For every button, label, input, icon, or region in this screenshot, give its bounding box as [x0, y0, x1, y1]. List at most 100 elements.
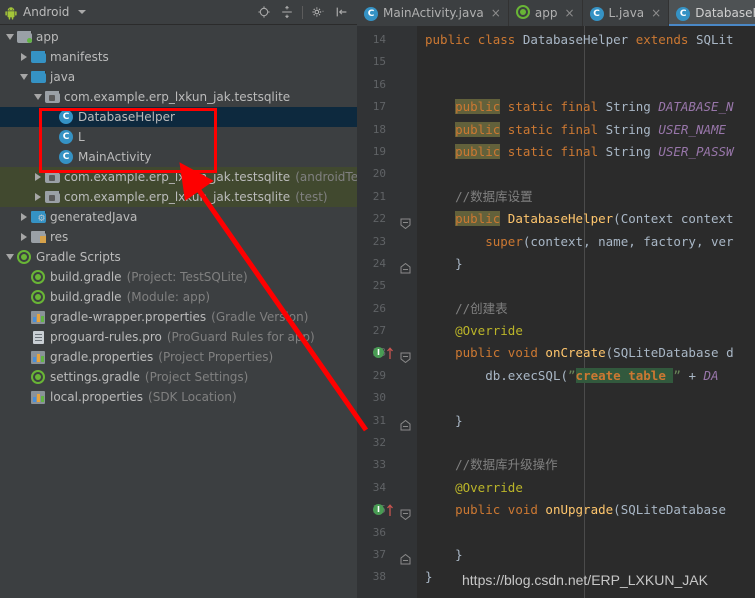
tree-row[interactable]: CL	[0, 127, 357, 147]
gutter-marker-slot[interactable]	[391, 29, 417, 51]
code-line[interactable]: @Override	[417, 320, 755, 342]
code-fold-collapse-icon[interactable]	[400, 505, 411, 521]
code-line[interactable]	[417, 432, 755, 454]
editor-tab[interactable]: C L.java ×	[583, 0, 670, 26]
override-arrow-icon[interactable]	[386, 345, 394, 360]
code-editor[interactable]: 1415161718192021222324252627282930313233…	[357, 26, 755, 598]
editor-tab[interactable]: C MainActivity.java ×	[357, 0, 509, 26]
gutter-marker-slot[interactable]	[391, 454, 417, 476]
code-content[interactable]: public class DatabaseHelper extends SQLi…	[417, 26, 755, 598]
collapse-all-icon[interactable]	[279, 5, 294, 20]
gutter-marker-slot[interactable]	[391, 566, 417, 588]
editor-tab-bar[interactable]: C MainActivity.java × app × C L.java × C Database…	[357, 0, 755, 26]
tree-row[interactable]: app	[0, 27, 357, 47]
tree-row[interactable]: local.properties (SDK Location)	[0, 387, 357, 407]
gutter-marker-slot[interactable]	[391, 432, 417, 454]
code-line[interactable]: //创建表	[417, 298, 755, 320]
tree-row[interactable]: build.gradle (Module: app)	[0, 287, 357, 307]
code-line[interactable]: }	[417, 410, 755, 432]
tree-row[interactable]: proguard-rules.pro (ProGuard Rules for ap…	[0, 327, 357, 347]
close-tab-icon[interactable]: ×	[491, 6, 501, 20]
tree-row[interactable]: C DatabaseHelper	[0, 107, 357, 127]
tree-row[interactable]: com.example.erp_lxkun_jak.testsqlite (and…	[0, 167, 357, 187]
gutter-marker-slot[interactable]	[391, 74, 417, 96]
gutter-marker-slot[interactable]	[391, 96, 417, 118]
code-line[interactable]: }	[417, 544, 755, 566]
gutter-marker-slot[interactable]	[391, 141, 417, 163]
code-line[interactable]	[417, 275, 755, 297]
gutter-marker-slot[interactable]	[391, 208, 417, 230]
code-line[interactable]	[417, 74, 755, 96]
tree-row[interactable]: gradle.properties (Project Properties)	[0, 347, 357, 367]
code-line[interactable]: public DatabaseHelper(Context context	[417, 208, 755, 230]
code-fold-end-icon[interactable]	[400, 550, 411, 565]
code-line[interactable]: //数据库设置	[417, 186, 755, 208]
settings-gear-icon[interactable]	[311, 5, 326, 20]
code-fold-end-icon[interactable]	[400, 259, 411, 274]
gutter-marker-slot[interactable]	[391, 186, 417, 208]
code-fold-collapse-icon[interactable]	[400, 348, 411, 364]
gutter-marker-slot[interactable]	[391, 522, 417, 544]
gutter-marker-slot[interactable]	[391, 51, 417, 73]
project-tree[interactable]: app manifests java com.example.erp_lxkun_ja…	[0, 25, 357, 598]
gutter-marker-slot[interactable]	[391, 231, 417, 253]
code-line[interactable]: //数据库升级操作	[417, 454, 755, 476]
code-line[interactable]: db.execSQL(”create table ” + DA	[417, 365, 755, 387]
code-line[interactable]: public static final String DATABASE_N	[417, 96, 755, 118]
gutter-marker-slot[interactable]	[391, 387, 417, 409]
code-fold-collapse-icon[interactable]	[400, 214, 411, 230]
close-tab-icon[interactable]: ×	[651, 6, 661, 20]
code-line[interactable]: public void onCreate(SQLiteDatabase d	[417, 342, 755, 364]
editor-tab[interactable]: C DatabaseHelper	[669, 0, 755, 26]
chevron-right-icon[interactable]	[32, 187, 44, 207]
gutter-marker-slot[interactable]	[391, 119, 417, 141]
chevron-down-icon[interactable]	[32, 87, 44, 107]
gutter-marker-slot[interactable]	[391, 320, 417, 342]
chevron-right-icon[interactable]	[32, 167, 44, 187]
gutter-marker-slot[interactable]	[391, 365, 417, 387]
tree-row[interactable]: ⚙ generatedJava	[0, 207, 357, 227]
tree-row[interactable]: Gradle Scripts	[0, 247, 357, 267]
gutter-marker-slot[interactable]	[391, 410, 417, 432]
code-line[interactable]: super(context, name, factory, ver	[417, 231, 755, 253]
code-line[interactable]: public static final String USER_NAME	[417, 119, 755, 141]
gutter-marker-slot[interactable]	[391, 253, 417, 275]
code-line[interactable]: public class DatabaseHelper extends SQLi…	[417, 29, 755, 51]
gutter-marker-slot[interactable]	[391, 163, 417, 185]
code-line[interactable]	[417, 51, 755, 73]
fold-marker-gutter[interactable]: II	[373, 26, 585, 598]
chevron-down-icon[interactable]	[4, 247, 16, 267]
chevron-right-icon[interactable]	[18, 207, 30, 227]
chevron-down-icon[interactable]	[18, 67, 30, 87]
chevron-down-icon[interactable]	[78, 10, 87, 14]
hide-panel-icon[interactable]	[334, 5, 349, 20]
code-line[interactable]: public void onUpgrade(SQLiteDatabase	[417, 499, 755, 521]
project-view-selector[interactable]: Android	[4, 5, 87, 20]
gutter-marker-slot[interactable]: I	[373, 342, 417, 364]
tree-row[interactable]: com.example.erp_lxkun_jak.testsqlite	[0, 87, 357, 107]
tree-row[interactable]: res	[0, 227, 357, 247]
tree-row[interactable]: gradle-wrapper.properties (Gradle Version…	[0, 307, 357, 327]
code-line[interactable]: public static final String USER_PASSW	[417, 141, 755, 163]
close-tab-icon[interactable]: ×	[564, 6, 574, 20]
chevron-right-icon[interactable]	[18, 47, 30, 67]
code-line[interactable]	[417, 163, 755, 185]
gutter-marker-slot[interactable]: I	[373, 499, 417, 521]
tree-row[interactable]: manifests	[0, 47, 357, 67]
code-line[interactable]	[417, 522, 755, 544]
tree-row[interactable]: build.gradle (Project: TestSQLite)	[0, 267, 357, 287]
gutter-marker-slot[interactable]	[391, 477, 417, 499]
code-line[interactable]	[417, 387, 755, 409]
gutter-marker-slot[interactable]	[391, 275, 417, 297]
gutter-marker-slot[interactable]	[391, 544, 417, 566]
tree-row[interactable]: settings.gradle (Project Settings)	[0, 367, 357, 387]
code-line[interactable]: }	[417, 253, 755, 275]
override-arrow-icon[interactable]	[386, 502, 394, 517]
editor-tab[interactable]: app ×	[509, 0, 583, 26]
locate-target-icon[interactable]	[256, 5, 271, 20]
chevron-right-icon[interactable]	[18, 227, 30, 247]
code-line[interactable]: @Override	[417, 477, 755, 499]
tree-row[interactable]: com.example.erp_lxkun_jak.testsqlite (tes…	[0, 187, 357, 207]
tree-row[interactable]: java	[0, 67, 357, 87]
tree-row[interactable]: C MainActivity	[0, 147, 357, 167]
